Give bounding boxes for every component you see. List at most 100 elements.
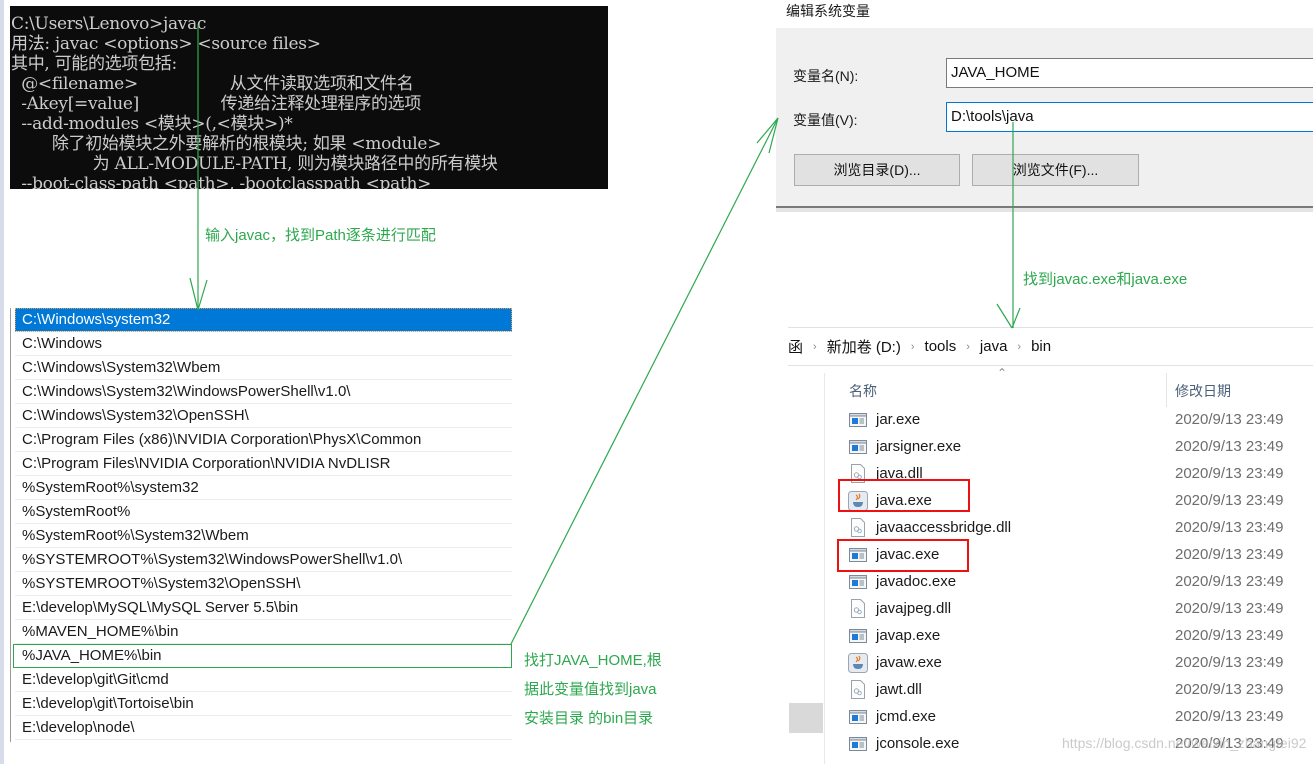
path-item[interactable]: C:\Program Files (x86)\NVIDIA Corporatio… <box>15 428 512 452</box>
column-header-modified[interactable]: 修改日期 <box>1175 381 1231 401</box>
file-row[interactable]: jawt.dll 2020/9/13 23:49 <box>848 676 1308 703</box>
terminal-line: 其中, 可能的选项包括: <box>11 54 177 74</box>
exe-icon <box>848 734 868 754</box>
dll-icon <box>848 680 868 700</box>
file-row[interactable]: javaw.exe 2020/9/13 23:49 <box>848 649 1308 676</box>
dialog-title: 编辑系统变量 <box>786 3 870 19</box>
annotation-step2: 找打JAVA_HOME,根 据此变量值找到java 安装目录 的bin目录 <box>524 646 662 733</box>
breadcrumb: 函 › 新加卷 (D:) › tools › java › bin <box>788 336 1051 357</box>
column-header-name[interactable]: 名称 <box>849 381 877 401</box>
path-item[interactable]: E:\develop\node\ <box>15 716 512 740</box>
chevron-right-icon[interactable]: › <box>966 341 970 353</box>
arrow-step2-head <box>756 117 779 144</box>
breadcrumb-item[interactable]: bin <box>1031 338 1051 355</box>
file-name: javajpeg.dll <box>876 600 952 617</box>
file-modified-date: 2020/9/13 23:49 <box>1175 411 1284 428</box>
edit-system-variable-dialog: 变量名(N): JAVA_HOME 变量值(V): D:\tools\java … <box>776 28 1313 208</box>
arrow-step1-head <box>197 279 208 311</box>
annotation-step1: 输入javac，找到Path逐条进行匹配 <box>205 227 436 244</box>
path-item[interactable]: E:\develop\git\Git\cmd <box>15 668 512 692</box>
path-item[interactable]: C:\Windows\System32\Wbem <box>15 356 512 380</box>
file-modified-date: 2020/9/13 23:49 <box>1175 546 1284 563</box>
file-name: javadoc.exe <box>876 573 957 590</box>
dialog-underlay <box>776 208 1313 212</box>
variable-name-input[interactable]: JAVA_HOME <box>946 58 1313 88</box>
terminal-line: -Akey[=value] 传递给注释处理程序的选项 <box>11 94 422 114</box>
navigation-pane-edge <box>824 373 825 764</box>
variable-value-label: 变量值(V): <box>793 112 858 128</box>
terminal-line: 为 ALL-MODULE-PATH, 则为模块路径中的所有模块 <box>11 154 498 174</box>
path-item[interactable]: %SystemRoot%\System32\Wbem <box>15 524 512 548</box>
breadcrumb-item[interactable]: java <box>980 338 1008 355</box>
variable-name-label: 变量名(N): <box>793 68 859 84</box>
path-item[interactable]: %SystemRoot% <box>15 500 512 524</box>
path-item[interactable]: %MAVEN_HOME%\bin <box>15 620 512 644</box>
path-item[interactable]: C:\Windows\System32\WindowsPowerShell\v1… <box>15 380 512 404</box>
sort-ascending-icon: ⌃ <box>997 366 1008 380</box>
chevron-right-icon[interactable]: › <box>911 341 915 353</box>
path-variable-list[interactable]: C:\Windows\system32 C:\Windows C:\Window… <box>10 308 512 742</box>
file-modified-date: 2020/9/13 23:49 <box>1175 519 1284 536</box>
java-icon <box>848 652 868 673</box>
arrow-step3-head <box>996 303 1013 329</box>
file-row[interactable]: javajpeg.dll 2020/9/13 23:49 <box>848 595 1308 622</box>
file-modified-date: 2020/9/13 23:49 <box>1175 573 1284 590</box>
browse-file-button[interactable]: 浏览文件(F)... <box>972 154 1139 186</box>
path-item-selected[interactable]: C:\Windows\system32 <box>15 308 512 332</box>
file-modified-date: 2020/9/13 23:49 <box>1175 627 1284 644</box>
browse-directory-button[interactable]: 浏览目录(D)... <box>794 154 960 186</box>
file-row[interactable]: jar.exe 2020/9/13 23:49 <box>848 406 1308 433</box>
cmd-terminal[interactable]: C:\Users\Lenovo>javac 用法: javac <options… <box>10 6 608 189</box>
variable-value-input[interactable]: D:\tools\java <box>946 102 1313 132</box>
exe-icon <box>848 410 868 430</box>
file-name: jarsigner.exe <box>876 438 962 455</box>
terminal-line: @<filename> 从文件读取选项和文件名 <box>11 74 414 94</box>
exe-icon <box>848 626 868 646</box>
file-row[interactable]: javadoc.exe 2020/9/13 23:49 <box>848 568 1308 595</box>
breadcrumb-item[interactable]: tools <box>925 338 957 355</box>
file-name: javaw.exe <box>876 654 942 671</box>
watermark: https://blog.csdn.net/weixin_zhangfei92 <box>1062 735 1307 751</box>
exe-icon <box>848 572 868 592</box>
file-modified-date: 2020/9/13 23:49 <box>1175 708 1284 725</box>
path-item[interactable]: C:\Windows\System32\OpenSSH\ <box>15 404 512 428</box>
breadcrumb-item[interactable]: 函 <box>788 336 803 357</box>
file-modified-date: 2020/9/13 23:49 <box>1175 681 1284 698</box>
file-modified-date: 2020/9/13 23:49 <box>1175 465 1284 482</box>
breadcrumb-item[interactable]: 新加卷 (D:) <box>827 336 901 357</box>
path-item[interactable]: E:\develop\git\Tortoise\bin <box>15 692 512 716</box>
dll-icon <box>848 518 868 538</box>
exe-icon <box>848 437 868 457</box>
column-divider[interactable] <box>1166 373 1167 407</box>
file-name: jar.exe <box>876 411 921 428</box>
navigation-pane-scroll[interactable] <box>789 703 823 733</box>
explorer-divider <box>788 327 1313 328</box>
terminal-line: 用法: javac <options> <source files> <box>11 34 321 54</box>
file-name: javap.exe <box>876 627 941 644</box>
window-edge <box>0 0 4 764</box>
path-item[interactable]: C:\Program Files\NVIDIA Corporation\NVID… <box>15 452 512 476</box>
path-item[interactable]: E:\develop\MySQL\MySQL Server 5.5\bin <box>15 596 512 620</box>
chevron-right-icon[interactable]: › <box>813 341 817 353</box>
file-name: javaaccessbridge.dll <box>876 519 1012 536</box>
path-item[interactable]: %SystemRoot%\system32 <box>15 476 512 500</box>
explorer-divider <box>788 365 1313 366</box>
annotation-step3: 找到javac.exe和java.exe <box>1023 271 1188 288</box>
path-item[interactable]: %SYSTEMROOT%\System32\WindowsPowerShell\… <box>15 548 512 572</box>
file-row[interactable]: jarsigner.exe 2020/9/13 23:49 <box>848 433 1308 460</box>
file-row[interactable]: javaaccessbridge.dll 2020/9/13 23:49 <box>848 514 1308 541</box>
path-item[interactable]: C:\Windows <box>15 332 512 356</box>
path-item[interactable]: %SYSTEMROOT%\System32\OpenSSH\ <box>15 572 512 596</box>
arrow-step1-head <box>189 277 199 311</box>
terminal-line: C:\Users\Lenovo>javac <box>11 14 207 34</box>
file-modified-date: 2020/9/13 23:49 <box>1175 492 1284 509</box>
file-modified-date: 2020/9/13 23:49 <box>1175 600 1284 617</box>
chevron-right-icon[interactable]: › <box>1017 341 1021 353</box>
path-item-java-home[interactable]: %JAVA_HOME%\bin <box>13 644 512 668</box>
annotation-step2-line: 找打JAVA_HOME,根 <box>524 652 662 669</box>
terminal-line: --boot-class-path <path>, -bootclasspath… <box>11 174 432 189</box>
file-row[interactable]: jcmd.exe 2020/9/13 23:49 <box>848 703 1308 730</box>
highlight-box-java-exe <box>838 479 970 512</box>
file-row[interactable]: javap.exe 2020/9/13 23:49 <box>848 622 1308 649</box>
file-modified-date: 2020/9/13 23:49 <box>1175 438 1284 455</box>
